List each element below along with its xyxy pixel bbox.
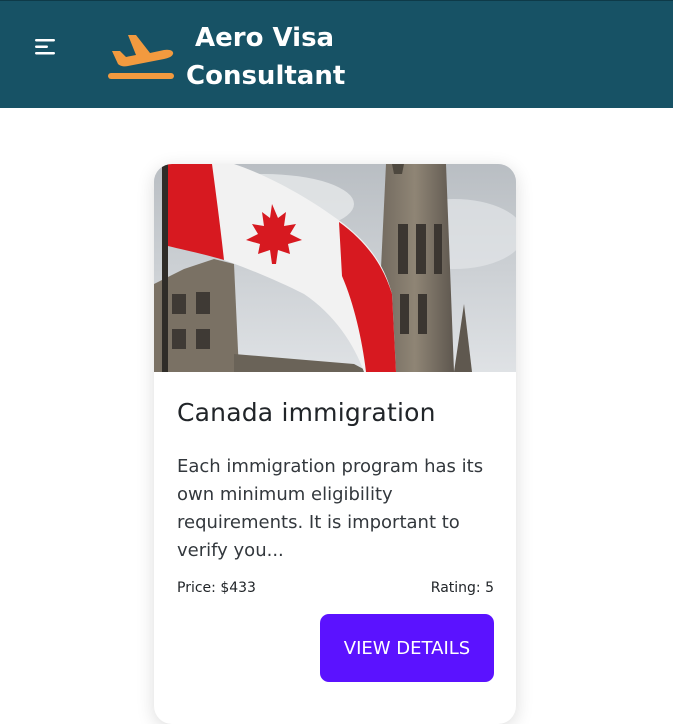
service-card: Canada immigration Each immigration prog…	[154, 164, 516, 724]
card-title: Canada immigration	[177, 398, 436, 427]
brand-name[interactable]: Aero Visa Consultant	[186, 19, 345, 95]
brand-line-1: Aero Visa	[195, 23, 335, 53]
canada-flag-parliament-photo	[154, 164, 516, 372]
airplane-takeoff-icon[interactable]	[106, 29, 176, 83]
brand-line-2: Consultant	[186, 61, 346, 91]
price-label: Price: $433	[177, 580, 256, 596]
navbar: Aero Visa Consultant	[0, 0, 673, 108]
view-details-button[interactable]: VIEW DETAILS	[320, 614, 494, 682]
card-description: Each immigration program has its own min…	[177, 456, 484, 561]
rating-label: Rating: 5	[430, 580, 494, 596]
hamburger-menu-icon[interactable]	[32, 37, 58, 57]
